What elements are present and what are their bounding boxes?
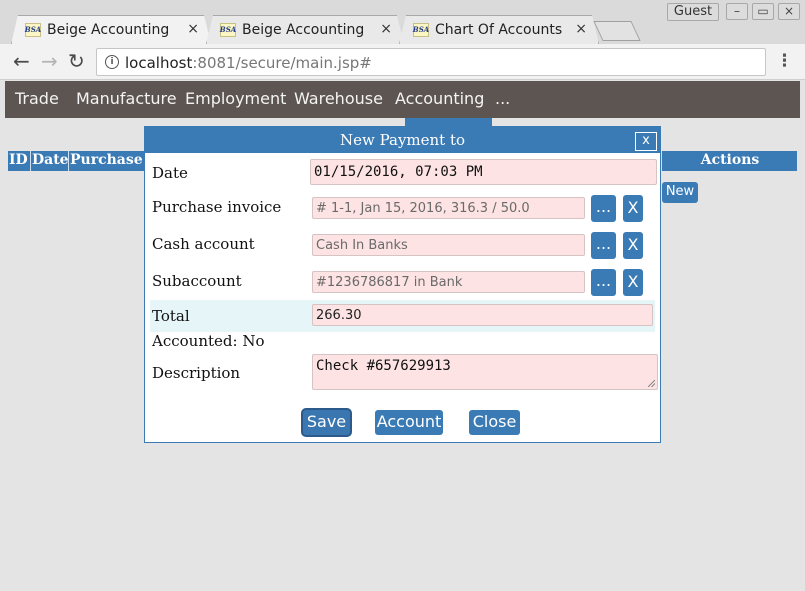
profile-button[interactable]: Guest xyxy=(667,3,719,21)
dialog-close-button[interactable]: x xyxy=(635,132,657,151)
reload-icon[interactable]: ↻ xyxy=(68,51,85,71)
date-label: Date xyxy=(152,164,188,182)
description-textarea[interactable]: Check #657629913 xyxy=(312,354,658,390)
accounted-status: Accounted: No xyxy=(152,332,265,350)
address-bar[interactable]: i localhost:8081/secure/main.jsp# xyxy=(96,48,766,76)
nav-item-trade[interactable]: Trade xyxy=(15,89,59,108)
description-text: Check #657629913 xyxy=(316,358,451,374)
browser-tab-3[interactable]: BSA Chart Of Accounts × xyxy=(399,15,599,44)
subaccount-field[interactable]: #1236786817 in Bank xyxy=(312,271,585,293)
new-row-button[interactable]: New xyxy=(662,182,698,203)
bsa-favicon-icon: BSA xyxy=(25,22,41,37)
info-icon[interactable]: i xyxy=(105,55,119,69)
forward-arrow-icon[interactable]: → xyxy=(41,51,58,71)
bsa-favicon-icon: BSA xyxy=(220,22,236,37)
column-header-id: ID xyxy=(8,151,31,171)
tab-title: Beige Accounting xyxy=(47,21,170,38)
date-field[interactable]: 01/15/2016, 07:03 PM xyxy=(310,159,657,185)
account-button[interactable]: Account xyxy=(375,410,443,435)
purchase-invoice-label: Purchase invoice xyxy=(152,198,282,216)
window-close-icon[interactable]: × xyxy=(778,3,800,20)
save-button[interactable]: Save xyxy=(303,410,350,435)
browser-tab-2[interactable]: BSA Beige Accounting × xyxy=(206,15,404,44)
subaccount-picker-button[interactable]: ... xyxy=(591,269,616,296)
payment-dialog: New Payment to x Date 01/15/2016, 07:03 … xyxy=(144,126,661,443)
tab-close-icon[interactable]: × xyxy=(575,21,587,37)
subaccount-label: Subaccount xyxy=(152,272,242,290)
cash-account-clear-button[interactable]: X xyxy=(623,232,643,259)
cash-account-label: Cash account xyxy=(152,235,255,253)
nav-item-employment[interactable]: Employment xyxy=(185,89,286,108)
resize-grip-icon[interactable] xyxy=(648,380,655,387)
tab-close-icon[interactable]: × xyxy=(380,21,392,37)
close-button[interactable]: Close xyxy=(469,410,520,435)
bsa-favicon-icon: BSA xyxy=(413,22,429,37)
browser-tab-strip: BSA Beige Accounting × BSA Beige Account… xyxy=(0,0,805,44)
browser-toolbar: ← → ↻ i localhost:8081/secure/main.jsp# … xyxy=(0,44,805,80)
subaccount-clear-button[interactable]: X xyxy=(623,269,643,296)
cash-account-field[interactable]: Cash In Banks xyxy=(312,234,585,256)
nav-item-warehouse[interactable]: Warehouse xyxy=(294,89,383,108)
purchase-invoice-field[interactable]: # 1-1, Jan 15, 2016, 316.3 / 50.0 xyxy=(312,197,585,219)
nav-item-manufacture[interactable]: Manufacture xyxy=(76,89,177,108)
address-url: localhost:8081/secure/main.jsp# xyxy=(125,54,372,72)
tab-title: Beige Accounting xyxy=(242,21,365,38)
column-header-actions: Actions xyxy=(661,151,797,171)
cash-account-picker-button[interactable]: ... xyxy=(591,232,616,259)
purchase-invoice-picker-button[interactable]: ... xyxy=(591,195,616,222)
browser-menu-icon[interactable]: ⋮ xyxy=(776,51,793,71)
app-main-nav: Trade Manufacture Employment Warehouse A… xyxy=(5,81,800,118)
column-header-date: Date xyxy=(31,151,69,171)
dialog-titlebar: New Payment to x xyxy=(145,127,660,153)
total-label: Total xyxy=(152,307,190,325)
back-arrow-icon[interactable]: ← xyxy=(13,51,30,71)
total-field[interactable]: 266.30 xyxy=(312,304,653,326)
url-path: :8081/secure/main.jsp# xyxy=(192,54,372,72)
restore-icon[interactable]: ▭ xyxy=(752,3,774,20)
nav-item-accounting[interactable]: Accounting xyxy=(395,89,484,108)
dialog-title: New Payment to xyxy=(339,131,466,149)
column-header-purchase: Purchase xyxy=(70,152,143,168)
new-tab-button[interactable] xyxy=(593,21,641,41)
nav-item-more[interactable]: ... xyxy=(495,89,510,108)
purchase-invoice-clear-button[interactable]: X xyxy=(623,195,643,222)
tab-close-icon[interactable]: × xyxy=(187,21,199,37)
browser-tab-1[interactable]: BSA Beige Accounting × xyxy=(11,15,211,44)
tab-title: Chart Of Accounts xyxy=(435,21,563,38)
description-label: Description xyxy=(152,364,241,382)
url-host: localhost xyxy=(125,54,193,72)
nav-active-indicator xyxy=(405,118,492,126)
minimize-icon[interactable]: – xyxy=(726,3,748,20)
